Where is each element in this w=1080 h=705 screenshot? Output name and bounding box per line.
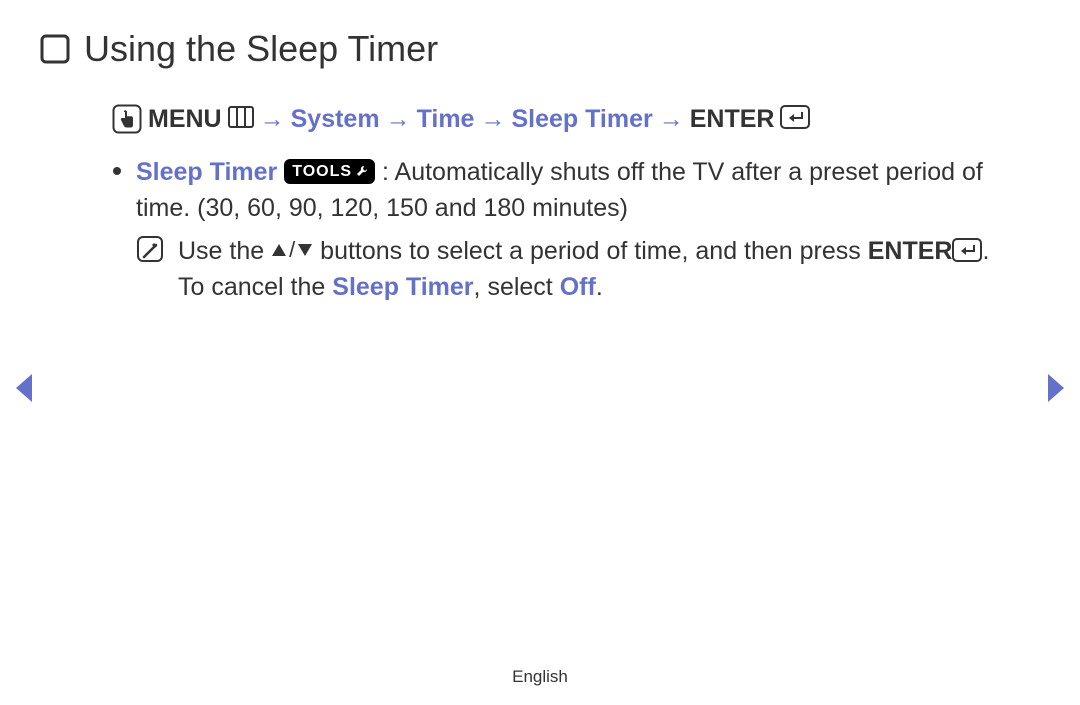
section-icon xyxy=(40,34,70,64)
up-down-icon: / xyxy=(271,234,313,266)
bullet-content: Sleep Timer TOOLS : Automatically shuts … xyxy=(136,154,1010,305)
page-title: Using the Sleep Timer xyxy=(84,28,438,70)
content-area: MENU → System → Time → Sleep Timer → ENT… xyxy=(40,104,1040,305)
prev-page-button[interactable] xyxy=(14,372,34,404)
note-content: Use the / buttons to select a period of … xyxy=(178,233,1010,306)
hand-icon xyxy=(112,104,142,134)
sleep-timer-label: Sleep Timer xyxy=(136,158,277,186)
enter-icon xyxy=(780,105,810,129)
footer-language: English xyxy=(0,667,1080,687)
enter-label: ENTER xyxy=(690,105,775,134)
note-row: Use the / buttons to select a period of … xyxy=(136,233,1010,306)
note-sleep-timer: Sleep Timer xyxy=(332,273,473,301)
note-icon xyxy=(136,235,164,306)
path-system: System xyxy=(291,105,380,134)
note-off: Off xyxy=(560,273,596,301)
note-part5: . xyxy=(596,273,603,301)
note-part1: Use the xyxy=(178,237,271,265)
note-part4: , select xyxy=(474,273,560,301)
arrow-icon: → xyxy=(480,105,505,134)
next-page-button[interactable] xyxy=(1046,372,1066,404)
bullet-row: Sleep Timer TOOLS : Automatically shuts … xyxy=(112,154,1010,305)
menu-path: MENU → System → Time → Sleep Timer → ENT… xyxy=(112,104,1010,134)
path-sleep-timer: Sleep Timer xyxy=(511,105,652,134)
path-time: Time xyxy=(417,105,475,134)
title-row: Using the Sleep Timer xyxy=(40,28,1040,70)
bullet-icon xyxy=(112,156,122,305)
tools-badge-label: TOOLS xyxy=(292,160,352,183)
note-part2: buttons to select a period of time, and … xyxy=(313,237,868,265)
menu-label: MENU xyxy=(148,105,222,134)
arrow-icon: → xyxy=(659,105,684,134)
enter-icon xyxy=(952,238,982,262)
arrow-icon: → xyxy=(386,105,411,134)
menu-icon xyxy=(228,106,254,128)
tools-icon xyxy=(355,164,369,178)
note-enter: ENTER xyxy=(868,237,953,265)
tools-badge: TOOLS xyxy=(284,159,375,184)
arrow-icon: → xyxy=(260,105,285,134)
